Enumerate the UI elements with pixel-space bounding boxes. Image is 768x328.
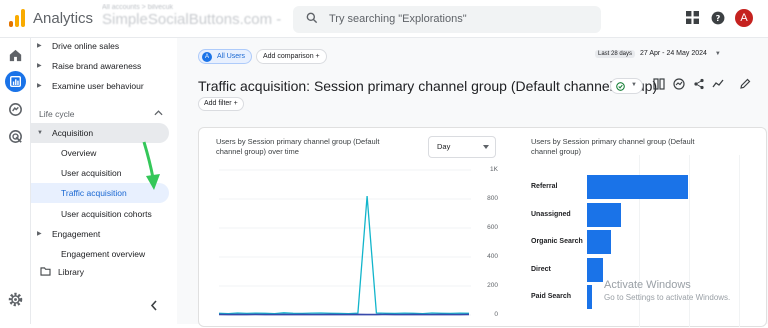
nav-sub-user-acquisition-cohorts[interactable]: User acquisition cohorts xyxy=(31,204,169,224)
activate-windows-watermark: Activate Windows Go to Settings to activ… xyxy=(604,279,730,302)
bar[interactable] xyxy=(587,285,592,309)
svg-text:?: ? xyxy=(716,13,721,23)
watermark-line-2: Go to Settings to activate Windows. xyxy=(604,293,730,302)
top-bar: Analytics All accounts > bilvecuk Simple… xyxy=(0,0,768,38)
share-icon[interactable] xyxy=(693,78,705,90)
search-icon xyxy=(305,11,319,25)
plus-icon: + xyxy=(234,100,238,107)
advertising-icon[interactable] xyxy=(7,128,24,145)
section-life-cycle[interactable]: Life cycle xyxy=(39,109,74,119)
trend-icon[interactable] xyxy=(712,78,724,90)
bar-label: Referral xyxy=(531,183,557,190)
bar-label: Unassigned xyxy=(531,211,571,218)
nav-item-raise-brand-awareness[interactable]: ▶Raise brand awareness xyxy=(31,56,171,76)
bar[interactable] xyxy=(587,203,621,227)
bar-label: Organic Search xyxy=(531,238,583,245)
nav-item-drive-online-sales[interactable]: ▶Drive online sales xyxy=(31,36,171,56)
nav-item-library[interactable]: Library xyxy=(31,262,171,282)
app-title: Analytics xyxy=(33,10,93,27)
home-icon[interactable] xyxy=(7,47,24,64)
add-filter-button[interactable]: Add filter + xyxy=(198,97,244,111)
chevron-up-icon[interactable] xyxy=(154,109,163,117)
folder-icon xyxy=(40,267,51,276)
date-range-picker[interactable]: Last 28 days 27 Apr - 24 May 2024 ▼ xyxy=(595,50,721,57)
watermark-line-1: Activate Windows xyxy=(604,279,730,291)
reports-icon[interactable] xyxy=(5,71,26,92)
y-tick-label: 200 xyxy=(478,282,498,289)
y-tick-label: 400 xyxy=(478,253,498,260)
bar-label: Paid Search xyxy=(531,293,571,300)
y-tick-label: 1K xyxy=(478,166,498,173)
bar[interactable] xyxy=(587,175,688,199)
y-tick-label: 600 xyxy=(478,224,498,231)
bar[interactable] xyxy=(587,258,603,282)
date-range-pill: Last 28 days xyxy=(595,50,635,58)
all-users-badge: A xyxy=(202,52,212,62)
account-name: SimpleSocialButtons.com - ... xyxy=(102,11,282,28)
all-users-chip[interactable]: AAll Users xyxy=(198,49,252,64)
help-icon[interactable]: ? xyxy=(711,11,725,25)
status-indicator[interactable]: ▼ xyxy=(610,78,643,94)
nav-sub-engagement-overview[interactable]: Engagement overview xyxy=(31,244,169,264)
y-tick-label: 0 xyxy=(478,311,498,318)
collapse-chevron-icon[interactable] xyxy=(150,300,158,311)
y-tick-label: 800 xyxy=(478,195,498,202)
apps-grid-icon[interactable] xyxy=(686,11,699,24)
insights-icon[interactable] xyxy=(673,78,685,90)
settings-icon[interactable] xyxy=(7,291,24,308)
check-circle-icon xyxy=(616,82,625,91)
avatar[interactable]: A xyxy=(735,9,753,27)
account-selector[interactable]: All accounts > bilvecuk SimpleSocialButt… xyxy=(102,4,282,34)
analytics-logo[interactable] xyxy=(9,9,25,27)
chevron-down-icon: ▼ xyxy=(715,51,721,57)
bar-label: Direct xyxy=(531,266,551,273)
bar-chart-title: Users by Session primary channel group (… xyxy=(531,137,721,157)
icon-rail xyxy=(0,38,31,324)
account-breadcrumb: All accounts > bilvecuk xyxy=(102,4,282,11)
explore-icon[interactable] xyxy=(7,101,24,118)
chevron-down-icon: ▼ xyxy=(631,82,637,88)
search-bar[interactable]: Try searching "Explorations" xyxy=(293,6,601,33)
annotation-arrow-icon xyxy=(138,140,166,192)
line-chart xyxy=(199,128,509,328)
page-title: Traffic acquisition: Session primary cha… xyxy=(198,78,657,94)
search-placeholder: Try searching "Explorations" xyxy=(329,13,467,25)
date-range-value: 27 Apr - 24 May 2024 xyxy=(640,50,707,57)
add-comparison-button[interactable]: Add comparison + xyxy=(256,49,327,64)
edit-pencil-icon[interactable] xyxy=(739,78,751,90)
bar[interactable] xyxy=(587,230,611,254)
line-series-0 xyxy=(219,196,469,314)
compare-columns-icon[interactable] xyxy=(653,78,665,90)
nav-item-examine-user-behaviour[interactable]: ▶Examine user behaviour xyxy=(31,76,171,96)
nav-item-engagement[interactable]: ▶Engagement xyxy=(31,224,171,244)
plus-icon: + xyxy=(316,53,320,60)
gridline xyxy=(739,155,740,327)
